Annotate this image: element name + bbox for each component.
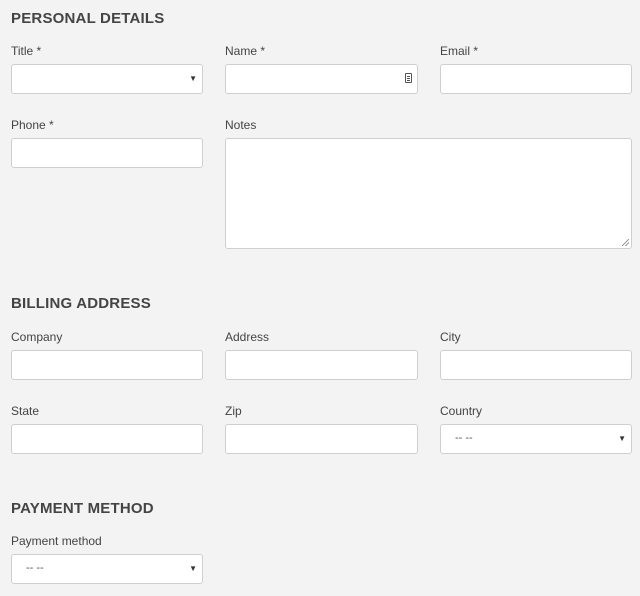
name-input[interactable] <box>225 64 418 94</box>
state-label: State <box>11 404 40 418</box>
notes-textarea[interactable] <box>225 138 632 249</box>
country-select-value: -- -- <box>455 432 473 444</box>
section-title-personal-details: PERSONAL DETAILS <box>11 10 165 27</box>
resize-grip-icon[interactable] <box>622 239 629 246</box>
zip-input[interactable] <box>225 424 418 454</box>
address-input[interactable] <box>225 350 418 380</box>
section-title-payment-method: PAYMENT METHOD <box>11 500 154 517</box>
contact-card-icon[interactable] <box>405 73 412 83</box>
name-label: Name * <box>225 44 266 58</box>
phone-input[interactable] <box>11 138 203 168</box>
notes-label: Notes <box>225 118 257 132</box>
payment-method-label: Payment method <box>11 534 102 548</box>
payment-method-select-value: -- -- <box>26 562 44 574</box>
address-label: Address <box>225 330 270 344</box>
payment-method-select[interactable]: -- -- ▼ <box>11 554 203 584</box>
zip-label: Zip <box>225 404 242 418</box>
company-label: Company <box>11 330 63 344</box>
country-select[interactable]: -- -- ▼ <box>440 424 632 454</box>
email-label: Email * <box>440 44 479 58</box>
city-label: City <box>440 330 461 344</box>
company-input[interactable] <box>11 350 203 380</box>
email-input[interactable] <box>440 64 632 94</box>
chevron-down-icon: ▼ <box>189 74 197 83</box>
section-title-billing-address: BILLING ADDRESS <box>11 295 151 312</box>
title-select[interactable]: ▼ <box>11 64 203 94</box>
phone-label: Phone * <box>11 118 54 132</box>
state-input[interactable] <box>11 424 203 454</box>
title-label: Title * <box>11 44 42 58</box>
city-input[interactable] <box>440 350 632 380</box>
chevron-down-icon: ▼ <box>189 564 197 573</box>
chevron-down-icon: ▼ <box>618 434 626 443</box>
country-label: Country <box>440 404 483 418</box>
